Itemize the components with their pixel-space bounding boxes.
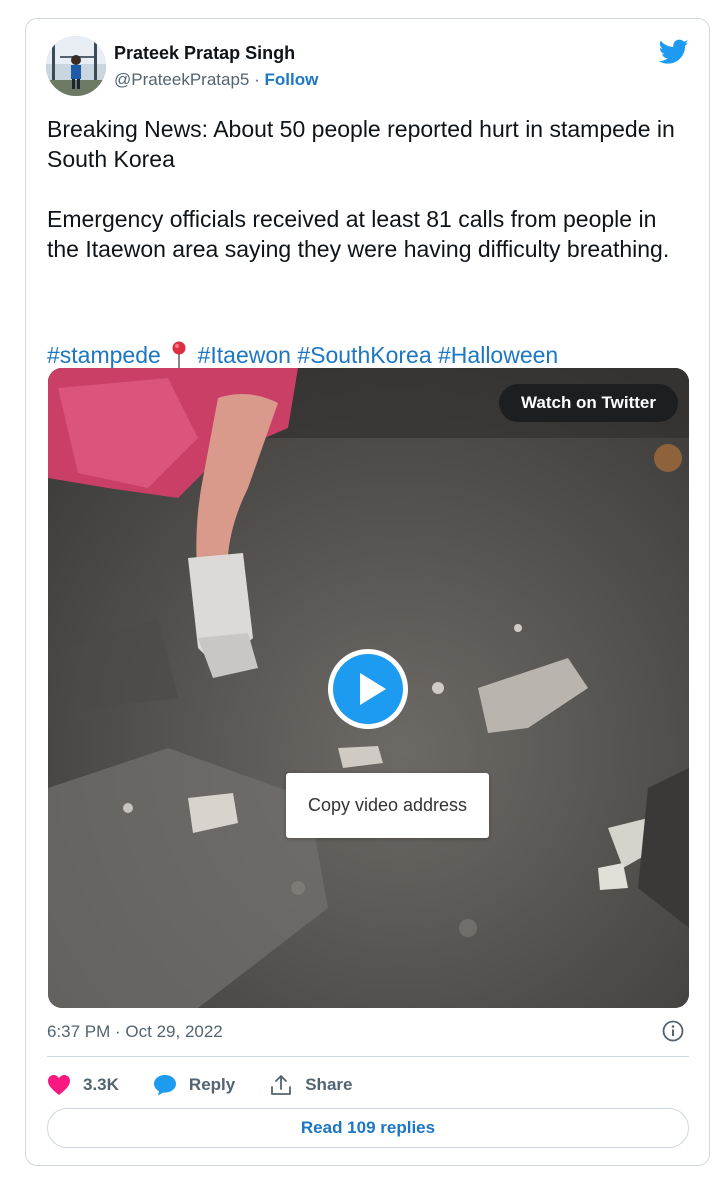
tweet-paragraph-1: Breaking News: About 50 people reported …	[47, 116, 675, 172]
tweet-text: Breaking News: About 50 people reported …	[47, 114, 687, 264]
reply-bubble-icon	[153, 1075, 176, 1096]
play-icon[interactable]	[326, 647, 410, 731]
copy-video-address-menu-item[interactable]: Copy video address	[286, 773, 489, 838]
author-handle[interactable]: @PrateekPratap5	[114, 70, 249, 89]
share-label: Share	[305, 1075, 353, 1094]
share-button[interactable]: Share	[269, 1074, 352, 1096]
hashtag-row: #stampede #Itaewon #SouthKorea #Hallowee…	[47, 340, 558, 370]
tweet-paragraph-2: Emergency officials received at least 81…	[47, 206, 670, 262]
tweet-timestamp[interactable]: 6:37 PM · Oct 29, 2022	[47, 1022, 223, 1042]
reply-button[interactable]: Reply	[153, 1074, 235, 1096]
read-replies-button[interactable]: Read 109 replies	[47, 1108, 689, 1148]
hashtag-stampede[interactable]: #stampede	[47, 342, 161, 368]
action-bar: 3.3K Reply Share	[47, 1070, 386, 1100]
twitter-bird-icon[interactable]	[659, 39, 689, 65]
author-handle-row: @PrateekPratap5 · Follow	[114, 70, 318, 90]
info-icon[interactable]	[662, 1020, 684, 1042]
hashtag-southkorea[interactable]: #SouthKorea	[297, 342, 431, 368]
avatar-photo	[46, 36, 106, 96]
reply-label: Reply	[188, 1075, 236, 1094]
watch-on-twitter-button[interactable]: Watch on Twitter	[498, 384, 678, 422]
heart-icon	[48, 1075, 70, 1095]
tweet-embed-card: Prateek Pratap Singh @PrateekPratap5 · F…	[25, 18, 710, 1166]
round-pushpin-icon	[172, 341, 186, 368]
avatar[interactable]	[46, 36, 106, 96]
follow-link[interactable]: Follow	[265, 70, 319, 89]
hashtag-itaewon[interactable]: #Itaewon	[198, 342, 291, 368]
share-icon	[271, 1075, 292, 1095]
video-player[interactable]: Watch on Twitter Copy video address	[48, 368, 689, 1008]
like-count: 3.3K	[83, 1075, 119, 1094]
separator-dot: ·	[254, 70, 260, 89]
author-name[interactable]: Prateek Pratap Singh	[114, 43, 295, 64]
hashtag-halloween[interactable]: #Halloween	[438, 342, 558, 368]
divider	[47, 1056, 689, 1057]
like-button[interactable]: 3.3K	[47, 1074, 119, 1096]
